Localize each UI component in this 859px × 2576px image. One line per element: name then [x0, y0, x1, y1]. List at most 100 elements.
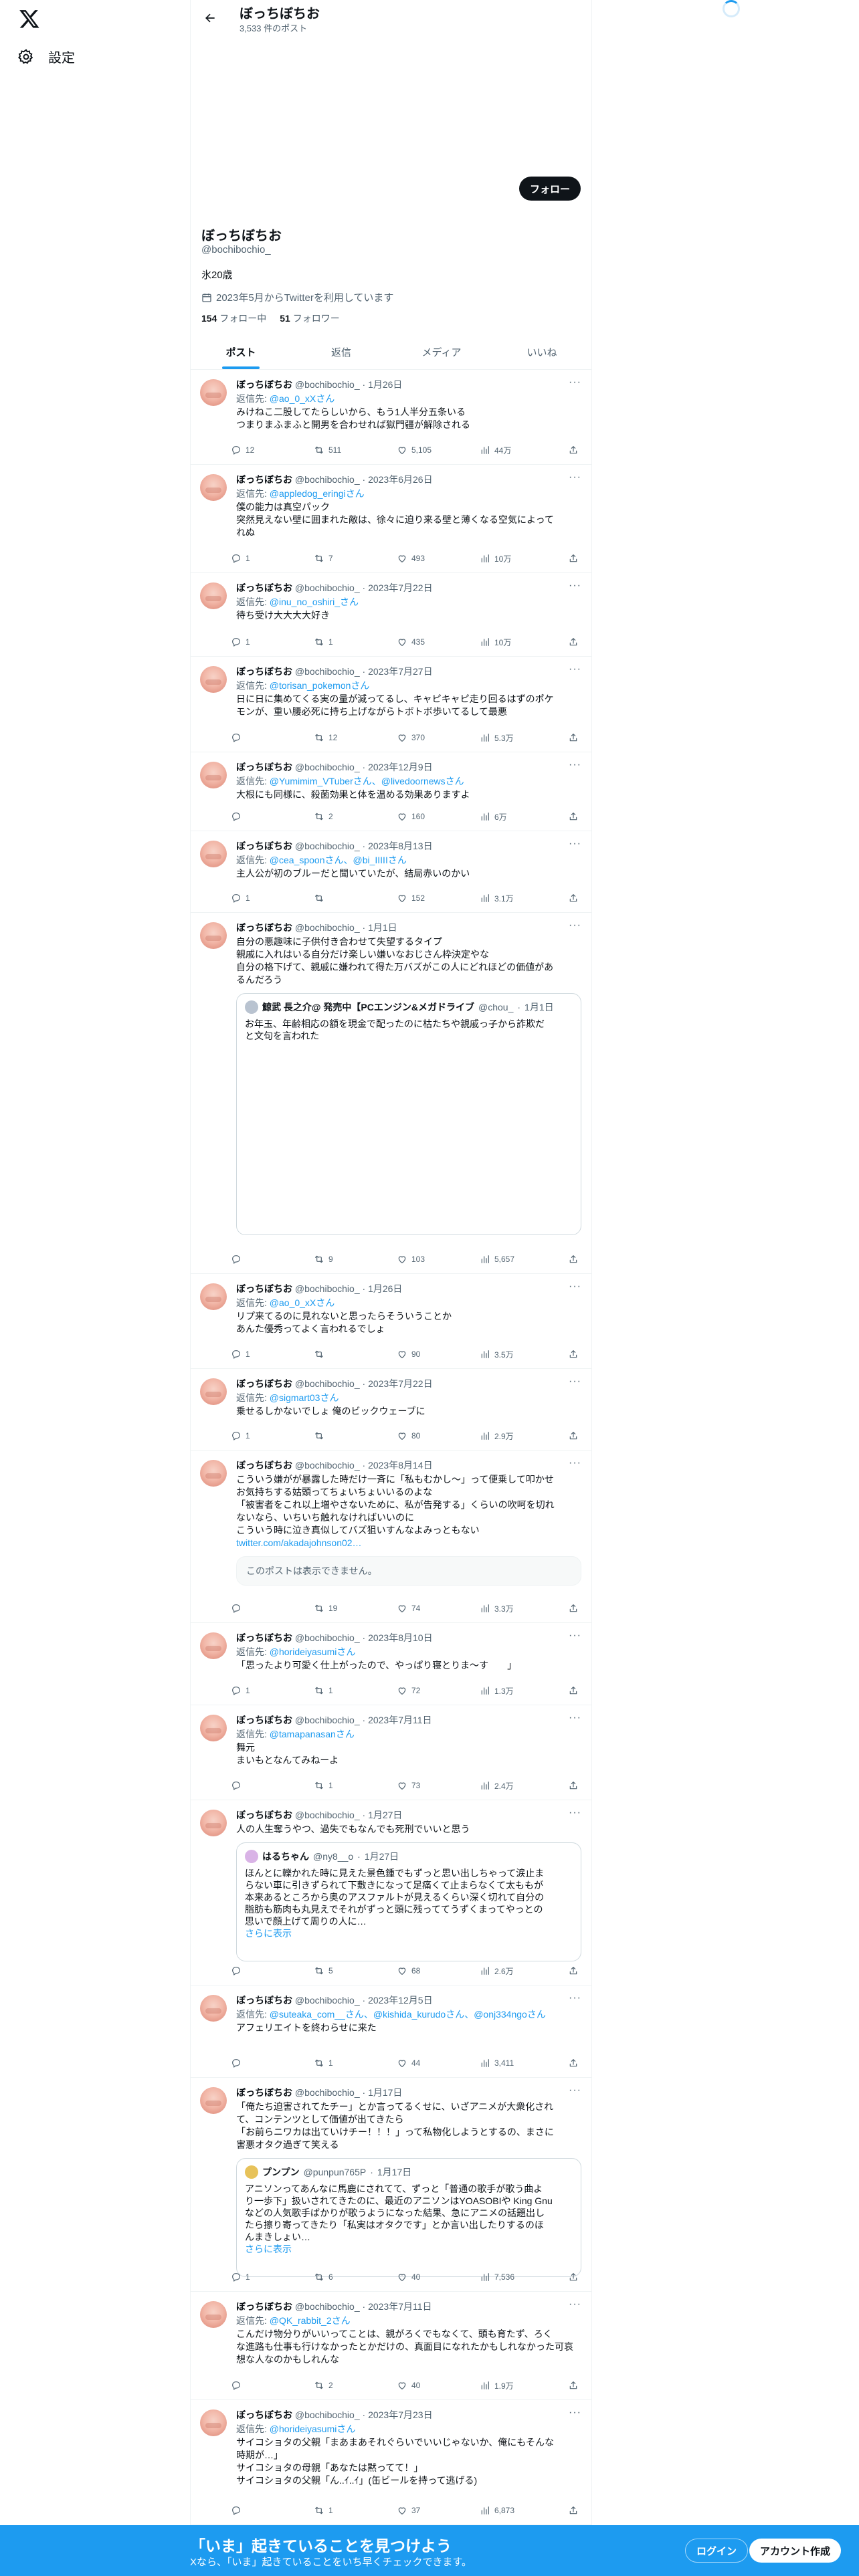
views-button[interactable]: 2.9万 [480, 1429, 563, 1442]
repost-button[interactable]: 7 [314, 552, 397, 565]
tweet-date[interactable]: 2023年7月11日 [368, 2301, 432, 2312]
views-button[interactable]: 5.3万 [480, 731, 563, 744]
more-options-icon[interactable]: ··· [569, 759, 581, 771]
more-options-icon[interactable]: ··· [569, 2298, 581, 2311]
reply-to-link[interactable]: @ao_0_xXさん [270, 393, 335, 404]
more-options-icon[interactable]: ··· [569, 1992, 581, 2004]
share-button[interactable] [568, 731, 579, 744]
like-button[interactable]: 72 [397, 1684, 480, 1697]
tweet-author-handle[interactable]: @bochibochio_ [295, 666, 360, 677]
avatar[interactable] [200, 841, 227, 867]
views-button[interactable]: 10万 [480, 635, 563, 649]
tweet-author-name[interactable]: ぼっちぼちお [236, 1715, 292, 1725]
follow-button[interactable]: フォロー [518, 177, 581, 201]
avatar[interactable] [200, 474, 227, 501]
tweet-author-handle[interactable]: @bochibochio_ [295, 922, 360, 933]
tweet-author-handle[interactable]: @bochibochio_ [295, 1715, 360, 1725]
tweet-date[interactable]: 2023年12月5日 [368, 1995, 433, 2006]
like-button[interactable]: 5,105 [397, 443, 480, 457]
tweet-author-handle[interactable]: @bochibochio_ [295, 1995, 360, 2006]
like-button[interactable]: 160 [397, 810, 480, 823]
views-button[interactable]: 3.3万 [480, 1602, 563, 1615]
more-options-icon[interactable]: ··· [569, 663, 581, 675]
repost-button[interactable]: 1 [314, 2504, 397, 2517]
share-button[interactable] [568, 443, 579, 457]
reply-to-link[interactable]: @QK_rabbit_2さん [270, 2315, 351, 2326]
more-options-icon[interactable]: ··· [569, 580, 581, 592]
tweet-author-handle[interactable]: @bochibochio_ [295, 762, 360, 772]
views-button[interactable]: 3.1万 [480, 891, 563, 905]
tweet[interactable]: ぼっちぼちお @bochibochio_ · 2023年12月5日 ··· 返信先… [191, 1985, 592, 2078]
views-button[interactable]: 2.6万 [480, 1964, 563, 1977]
repost-button[interactable]: 1 [314, 2056, 397, 2070]
like-button[interactable]: 493 [397, 552, 480, 565]
views-button[interactable]: 7,536 [480, 2270, 563, 2284]
share-button[interactable] [568, 1779, 579, 1792]
tweet[interactable]: ぼっちぼちお @bochibochio_ · 2023年7月23日 ··· 返信先… [191, 2400, 592, 2525]
repost-button[interactable]: 2 [314, 2379, 397, 2392]
tweet-author-handle[interactable]: @bochibochio_ [295, 582, 360, 593]
like-button[interactable]: 44 [397, 2056, 480, 2070]
avatar[interactable] [200, 1995, 227, 2022]
avatar[interactable] [200, 1378, 227, 1405]
tweet[interactable]: ぼっちぼちお @bochibochio_ · 1月17日 ··· 「俺たち迫害され… [191, 2078, 592, 2292]
followers-link[interactable]: 51 フォロワー [280, 312, 339, 325]
like-button[interactable]: 103 [397, 1253, 480, 1266]
reply-button[interactable] [231, 1964, 314, 1977]
share-button[interactable] [568, 891, 579, 905]
tweet-author-name[interactable]: ぼっちぼちお [236, 922, 292, 933]
share-button[interactable] [568, 635, 579, 649]
avatar[interactable] [200, 666, 227, 693]
avatar[interactable] [200, 1632, 227, 1659]
tweet[interactable]: ぼっちぼちお @bochibochio_ · 2023年7月22日 ··· 返信先… [191, 573, 592, 657]
reply-button[interactable] [231, 2056, 314, 2070]
tweet[interactable]: ぼっちぼちお @bochibochio_ · 1月1日 ··· 自分の悪趣味に子供… [191, 913, 592, 1274]
tweet[interactable]: ぼっちぼちお @bochibochio_ · 2023年7月11日 ··· 返信先… [191, 2292, 592, 2400]
tweet-date[interactable]: 1月26日 [368, 1283, 402, 1294]
views-button[interactable]: 1.9万 [480, 2379, 563, 2392]
reply-button[interactable]: 1 [231, 635, 314, 649]
signup-button[interactable]: アカウント作成 [749, 2539, 842, 2563]
like-button[interactable]: 370 [397, 731, 480, 744]
share-button[interactable] [568, 1964, 579, 1977]
following-link[interactable]: 154 フォロー中 [201, 312, 266, 325]
more-options-icon[interactable]: ··· [569, 1807, 581, 1819]
tweet-date[interactable]: 1月1日 [368, 922, 397, 933]
quoted-post[interactable]: 鯨武 長之介@ 発売中【PCエンジン&メガドライブ @chou_ · 1月1日 … [236, 993, 581, 1235]
views-button[interactable]: 5,657 [480, 1253, 563, 1266]
reply-to-link[interactable]: @inu_no_oshiri_さん [270, 597, 359, 607]
reply-to-link[interactable]: @suteaka_com__さん、@kishida_kurudoさん、@onj3… [270, 2009, 546, 2020]
more-options-icon[interactable]: ··· [569, 1281, 581, 1293]
views-button[interactable]: 2.4万 [480, 1779, 563, 1792]
tweet-author-name[interactable]: ぼっちぼちお [236, 762, 292, 772]
avatar[interactable] [200, 922, 227, 949]
tweet-author-name[interactable]: ぼっちぼちお [236, 1810, 292, 1820]
tweet-author-name[interactable]: ぼっちぼちお [236, 841, 292, 851]
reply-to-link[interactable]: @Yumimim_VTuberさん、@livedoornewsさん [270, 776, 464, 786]
quoted-post[interactable]: プンプン @punpun765P · 1月17日 アニソンってあんなに馬鹿にされ… [236, 2158, 581, 2277]
like-button[interactable]: 435 [397, 635, 480, 649]
tweet-date[interactable]: 1月26日 [368, 379, 402, 390]
tweet-author-name[interactable]: ぼっちぼちお [236, 582, 292, 593]
more-options-icon[interactable]: ··· [569, 1712, 581, 1724]
repost-button[interactable]: 6 [314, 2270, 397, 2284]
back-button[interactable] [200, 8, 220, 28]
reply-button[interactable] [231, 1602, 314, 1615]
like-button[interactable]: 152 [397, 891, 480, 905]
tweet-date[interactable]: 2023年8月10日 [368, 1632, 433, 1643]
login-button[interactable]: ログイン [685, 2539, 749, 2563]
tweet-author-handle[interactable]: @bochibochio_ [295, 1283, 360, 1294]
tweet[interactable]: ぼっちぼちお @bochibochio_ · 2023年7月11日 ··· 返信先… [191, 1705, 592, 1800]
tweet-author-name[interactable]: ぼっちぼちお [236, 2301, 292, 2312]
more-options-icon[interactable]: ··· [569, 377, 581, 389]
repost-button[interactable]: 1 [314, 1779, 397, 1792]
tweet-date[interactable]: 2023年7月22日 [368, 1378, 433, 1389]
tweet[interactable]: ぼっちぼちお @bochibochio_ · 1月26日 ··· 返信先: @ao… [191, 1274, 592, 1369]
repost-button[interactable]: 511 [314, 443, 397, 457]
tweet-author-name[interactable]: ぼっちぼちお [236, 1995, 292, 2006]
views-button[interactable]: 6,873 [480, 2504, 563, 2517]
repost-button[interactable]: 12 [314, 731, 397, 744]
tweet-author-handle[interactable]: @bochibochio_ [295, 1378, 360, 1389]
reply-button[interactable]: 1 [231, 891, 314, 905]
share-button[interactable] [568, 2056, 579, 2070]
